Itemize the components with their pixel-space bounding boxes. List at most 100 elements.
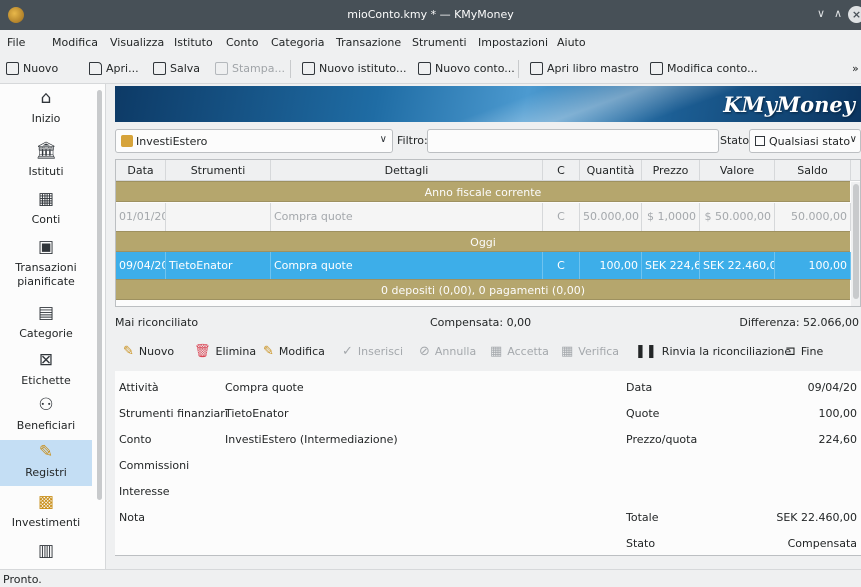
activity-value[interactable]: Compra quote — [225, 381, 304, 394]
edit-transaction-icon: ✎ — [263, 343, 274, 359]
status-value[interactable]: Compensata — [788, 537, 857, 550]
filter-input[interactable] — [427, 129, 719, 153]
column-header-cleared[interactable]: C — [543, 160, 580, 181]
menu-transazione[interactable]: Transazione — [336, 36, 401, 49]
column-header-details[interactable]: Dettagli — [271, 160, 543, 181]
column-header-value[interactable]: Valore — [700, 160, 775, 181]
date-value[interactable]: 09/04/20 — [808, 381, 857, 394]
minimize-icon[interactable]: ∨ — [817, 7, 825, 20]
new-institution-button[interactable]: Nuovo istituto... — [302, 62, 406, 75]
cell-price: SEK 224,60 — [642, 252, 700, 280]
calendar-icon: ▣ — [37, 237, 55, 257]
table-row[interactable]: 01/01/20 Compra quote C 50.000,00 $ 1,00… — [116, 203, 851, 231]
menu-conto[interactable]: Conto — [226, 36, 258, 49]
menu-file[interactable]: File — [7, 36, 25, 49]
state-label: Stato — [720, 134, 750, 147]
menu-impostazioni[interactable]: Impostazioni — [478, 36, 548, 49]
accept-icon: ▦ — [490, 343, 503, 359]
transaction-details: Attività Compra quote Strumenti finanzia… — [115, 371, 861, 556]
column-header-date[interactable]: Data — [116, 160, 166, 181]
cell-balance: 50.000,00 — [775, 203, 851, 231]
new-account-icon — [418, 62, 431, 75]
investment-account-icon — [121, 135, 133, 147]
register-scrollbar-thumb[interactable] — [853, 184, 859, 299]
activity-label: Attività — [119, 381, 159, 394]
cleared-amount: Compensata: 0,00 — [430, 316, 532, 329]
finish-reconciliation-button[interactable]: ⊐ Fine — [785, 340, 823, 362]
total-value: SEK 22.460,00 — [776, 511, 857, 524]
new-transaction-button[interactable]: ✎ Nuovo — [123, 340, 174, 362]
sidebar-scrollbar[interactable] — [97, 90, 102, 500]
sidebar-item-beneficiari[interactable]: ⚇ Beneficiari — [0, 393, 92, 439]
column-header-balance[interactable]: Saldo — [775, 160, 851, 181]
edit-transaction-button[interactable]: ✎ Modifica — [263, 340, 325, 362]
postpone-reconciliation-button[interactable]: ❚❚ Rinvia la riconciliazione — [635, 340, 791, 362]
chevron-down-icon: ∨ — [849, 134, 857, 145]
column-header-price[interactable]: Prezzo — [642, 160, 700, 181]
toolbar-separator — [518, 60, 519, 78]
close-icon[interactable]: × — [848, 6, 861, 23]
transaction-actions: ✎ Nuovo 🗑 Elimina ✎ Modifica ✓ Inserisci… — [115, 340, 861, 362]
sidebar-item-inizio[interactable]: ⌂ Inizio — [0, 86, 92, 136]
accept-transaction-button[interactable]: ▦ Accetta — [490, 340, 549, 362]
account-value[interactable]: InvestiEstero (Intermediazione) — [225, 433, 398, 446]
tag-icon: ⊠ — [38, 350, 54, 370]
sidebar-item-investimenti[interactable]: ▩ Investimenti — [0, 490, 92, 536]
shares-value[interactable]: 100,00 — [819, 407, 858, 420]
status-bar: Pronto. — [0, 569, 861, 587]
cell-security — [166, 203, 271, 231]
memo-label: Nota — [119, 511, 146, 524]
sidebar-item-etichette[interactable]: ⊠ Etichette — [0, 348, 92, 393]
account-label: Conto — [119, 433, 152, 446]
menu-strumenti[interactable]: Strumenti — [412, 36, 467, 49]
edit-account-button[interactable]: Modifica conto... — [650, 62, 758, 75]
cell-details: Compra quote — [271, 252, 543, 280]
cell-cleared: C — [543, 252, 580, 280]
sidebar-item-registri[interactable]: ✎ Registri — [0, 440, 92, 486]
account-selector[interactable]: InvestiEstero ∨ — [115, 129, 393, 153]
group-row-fiscal-year: Anno fiscale corrente — [116, 181, 850, 202]
enter-transaction-button[interactable]: ✓ Inserisci — [342, 340, 403, 362]
menu-visualizza[interactable]: Visualizza — [110, 36, 164, 49]
register-header: Data Strumenti finanziari Dettagli C Qua… — [116, 160, 860, 198]
toolbar-overflow-icon[interactable]: » — [852, 62, 859, 75]
maximize-icon[interactable]: ∧ — [834, 7, 842, 20]
edit-account-icon — [650, 62, 663, 75]
save-button[interactable]: Salva — [153, 62, 200, 75]
verify-transaction-button[interactable]: ▦ Verifica — [561, 340, 619, 362]
delete-transaction-button[interactable]: 🗑 Elimina — [194, 340, 256, 362]
menu-aiuto[interactable]: Aiuto — [557, 36, 586, 49]
checkmark-icon: ✓ — [342, 343, 353, 359]
new-account-button[interactable]: Nuovo conto... — [418, 62, 515, 75]
bank-icon — [302, 62, 315, 75]
sidebar-item-conti[interactable]: ▦ Conti — [0, 187, 92, 232]
group-row-today: Oggi — [116, 231, 850, 252]
open-ledger-button[interactable]: Apri libro mastro — [530, 62, 639, 75]
menu-modifica[interactable]: Modifica — [52, 36, 98, 49]
menu-categoria[interactable]: Categoria — [271, 36, 325, 49]
sidebar-item-reports[interactable]: ▥ — [0, 539, 92, 569]
cell-value: SEK 22.460,00 — [700, 252, 775, 280]
verify-icon: ▦ — [561, 343, 574, 359]
save-icon — [153, 62, 166, 75]
menu-istituto[interactable]: Istituto — [174, 36, 213, 49]
new-file-button[interactable]: Nuovo — [6, 62, 58, 75]
print-button[interactable]: Stampa... — [215, 62, 285, 75]
sidebar-item-istituti[interactable]: 🏛 Istituti — [0, 139, 92, 184]
price-per-share-value[interactable]: 224,60 — [819, 433, 858, 446]
table-row[interactable]: 09/04/20 TietoEnator Compra quote C 100,… — [116, 252, 851, 280]
column-header-quantity[interactable]: Quantità — [580, 160, 642, 181]
sidebar-item-categorie[interactable]: ▤ Categorie — [0, 301, 92, 346]
filter-label: Filtro: — [397, 134, 428, 147]
cancel-transaction-button[interactable]: ⊘ Annulla — [419, 340, 476, 362]
accounts-icon: ▦ — [37, 189, 55, 209]
new-transaction-icon: ✎ — [123, 343, 134, 359]
cell-date: 09/04/20 — [116, 252, 166, 280]
sidebar-item-transazioni-pianificate[interactable]: ▣ Transazioni pianificate — [0, 235, 92, 299]
open-button[interactable]: Apri... — [89, 62, 139, 75]
state-selector[interactable]: Qualsiasi stato ∨ — [749, 129, 861, 153]
kmymoney-banner: KMyMoney — [115, 86, 861, 122]
column-header-security[interactable]: Strumenti finanziari — [166, 160, 271, 198]
register-scrollbar[interactable] — [851, 182, 860, 306]
security-value[interactable]: TietoEnator — [225, 407, 288, 420]
